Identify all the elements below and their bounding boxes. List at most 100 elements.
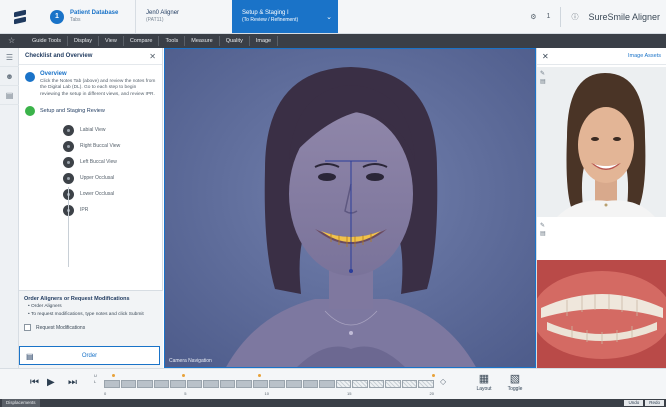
displacements-tab[interactable]: Displacements xyxy=(2,399,40,407)
step-label: Lower Occlusal xyxy=(80,191,115,198)
close-icon[interactable]: ✕ xyxy=(542,52,549,61)
stage-segment-hatched[interactable] xyxy=(401,380,418,388)
review-section[interactable]: Setup and Staging Review xyxy=(19,106,162,117)
stage-segment[interactable] xyxy=(219,380,236,388)
diamond-handle-icon[interactable]: ◇ xyxy=(440,377,446,386)
divider xyxy=(560,6,562,27)
face-photo-thumbnail[interactable] xyxy=(537,67,666,217)
stage-segment[interactable] xyxy=(137,380,153,388)
gear-icon[interactable]: ⚙ xyxy=(530,13,536,21)
undo-button[interactable]: Undo xyxy=(624,400,644,406)
menu-compare[interactable]: Compare xyxy=(124,36,160,46)
arch-labels: U L xyxy=(94,373,97,385)
favorite-star-icon[interactable]: ☆ xyxy=(8,36,15,45)
camera-viewer[interactable]: Camera Navigation xyxy=(164,48,536,368)
stage-tick-labels: 0 5 10 15 20 xyxy=(104,391,434,396)
checklist-icon[interactable]: ☰ xyxy=(0,48,19,67)
stage-segment[interactable] xyxy=(302,380,319,388)
notes-icon[interactable]: ▤ xyxy=(0,86,19,105)
step-upper-occlusal[interactable]: Upper Occlusal xyxy=(63,170,162,186)
menu-display[interactable]: Display xyxy=(68,36,99,46)
layout-button[interactable]: ▦ Layout xyxy=(472,372,496,392)
patient-face-render xyxy=(165,49,535,367)
stage-segment[interactable] xyxy=(104,380,120,388)
redo-button[interactable]: Redo xyxy=(645,400,664,406)
timeline-marker xyxy=(182,374,185,377)
toggle-button[interactable]: ▧ Toggle xyxy=(503,372,527,392)
order-icon: ▤ xyxy=(26,352,34,361)
review-steps: Labial View Right Buccal View Left Bucca… xyxy=(19,122,162,218)
stage-segment[interactable] xyxy=(236,380,252,388)
camera-navigation-label: Camera Navigation xyxy=(169,358,212,364)
step-lower-occlusal[interactable]: Lower Occlusal xyxy=(63,186,162,202)
asset-tools: ✎ ▤ xyxy=(540,222,548,238)
stage-segment[interactable] xyxy=(286,380,302,388)
stage-segment-hatched[interactable] xyxy=(352,380,368,388)
help-icon[interactable]: ⓘ xyxy=(571,12,578,22)
request-modifications-row[interactable]: Request Modifications xyxy=(24,324,158,331)
overview-section[interactable]: Overview Click the Notes Tab (above) and… xyxy=(19,65,162,98)
step-label: Right Buccal View xyxy=(80,143,121,150)
edit-pencil-icon[interactable]: ✎ xyxy=(540,71,545,77)
breadcrumb-patient-database[interactable]: 1 Patient Database Tabs xyxy=(40,0,135,33)
stage-segment[interactable] xyxy=(170,380,186,388)
stage-segment[interactable] xyxy=(252,380,269,388)
notification-count: 1 xyxy=(546,13,551,20)
stage-segment[interactable] xyxy=(203,380,219,388)
edit-pencil-icon[interactable]: ✎ xyxy=(540,223,545,229)
stage-segment-hatched[interactable] xyxy=(335,380,352,388)
status-bar: Displacements Undo Redo xyxy=(0,399,666,407)
play-icon[interactable]: ▶ xyxy=(47,377,55,388)
menu-image[interactable]: Image xyxy=(250,36,279,46)
stage-segment[interactable] xyxy=(269,380,286,388)
person-icon[interactable]: ☻ xyxy=(0,67,19,86)
upper-arch-label: U xyxy=(94,373,97,378)
menu-guide-tools[interactable]: Guide Tools xyxy=(26,36,68,46)
chevron-down-icon[interactable]: ⌄ xyxy=(326,13,332,21)
stage-segment-hatched[interactable] xyxy=(385,380,401,388)
request-modifications-checkbox[interactable] xyxy=(24,324,31,331)
step-labial-view[interactable]: Labial View xyxy=(63,122,162,138)
close-icon[interactable]: ✕ xyxy=(149,52,156,61)
layout-label: Layout xyxy=(476,386,492,392)
image-assets-title: Image Assets xyxy=(627,53,661,59)
breadcrumb-subtitle: Tabs xyxy=(70,17,81,23)
step-ipr[interactable]: IPR xyxy=(63,202,162,218)
overview-status-icon xyxy=(25,72,35,82)
step-right-buccal-view[interactable]: Right Buccal View xyxy=(63,138,162,154)
menu-measure[interactable]: Measure xyxy=(185,36,220,46)
staging-timeline: ⏮ ▶ ⏭ U L 0 5 10 15 20 ◇ ▦ Layout ▧ Togg… xyxy=(0,368,666,399)
intraoral-photo xyxy=(537,260,666,368)
face-photo xyxy=(537,67,666,217)
menu-quality[interactable]: Quality xyxy=(220,36,250,46)
stage-segment[interactable] xyxy=(153,380,170,388)
complete-check-icon xyxy=(25,106,35,117)
stage-track[interactable] xyxy=(104,380,434,388)
timeline-marker xyxy=(112,374,115,377)
intraoral-photo-thumbnail[interactable] xyxy=(537,260,666,368)
breadcrumb-setup-staging[interactable]: Setup & Staging I (To Review / Refinemen… xyxy=(232,0,338,33)
review-title: Setup and Staging Review xyxy=(40,108,105,115)
skip-back-icon[interactable]: ⏮ xyxy=(30,377,39,388)
folder-icon[interactable]: ▤ xyxy=(540,79,546,85)
stage-segment[interactable] xyxy=(319,380,335,388)
skip-forward-icon[interactable]: ⏭ xyxy=(68,377,77,388)
stage-segment-hatched[interactable] xyxy=(368,380,385,388)
app-logo[interactable] xyxy=(0,0,40,33)
breadcrumb-case[interactable]: Jen0 Aligner (PAT11) xyxy=(135,0,232,33)
tick-label: 10 xyxy=(264,391,269,396)
asset-tools: ✎ ▤ xyxy=(540,70,548,86)
overview-title: Overview xyxy=(40,71,67,77)
stage-segment[interactable] xyxy=(186,380,203,388)
step-left-buccal-view[interactable]: Left Buccal View xyxy=(63,154,162,170)
menu-view[interactable]: View xyxy=(99,36,124,46)
stage-segment-hatched[interactable] xyxy=(418,380,434,388)
image-assets-panel: ✕ Image Assets ✎ ▤ ✎ ▤ xyxy=(536,48,666,368)
folder-icon[interactable]: ▤ xyxy=(540,231,546,237)
step-dot-icon xyxy=(63,124,74,136)
order-button[interactable]: ▤ Order xyxy=(19,346,160,365)
breadcrumb-title: Patient Database xyxy=(70,10,119,16)
stage-segment[interactable] xyxy=(120,380,137,388)
step-dot-icon xyxy=(63,156,74,168)
menu-tools[interactable]: Tools xyxy=(159,36,186,46)
